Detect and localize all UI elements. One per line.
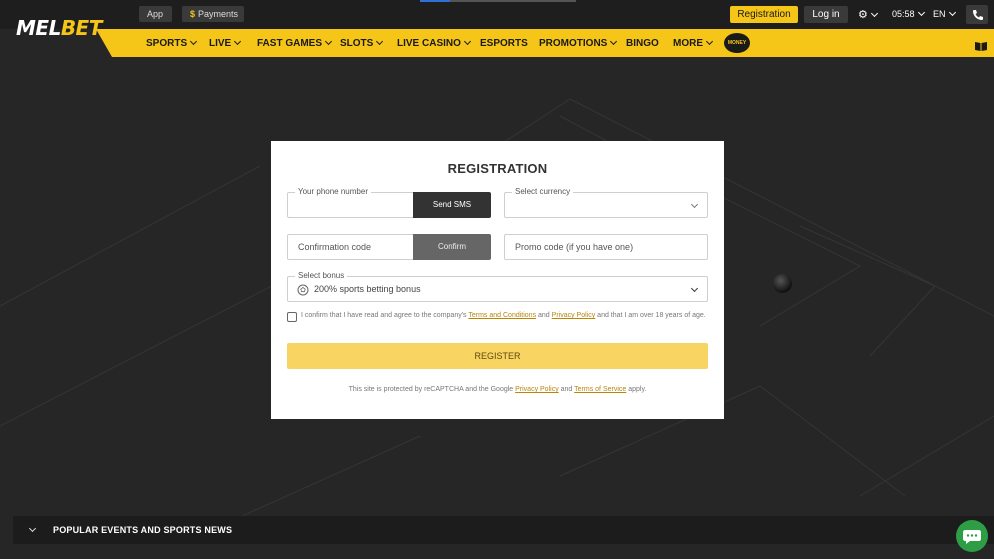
- chat-button[interactable]: [956, 520, 988, 552]
- bonus-value: 200% sports betting bonus: [314, 284, 421, 294]
- chat-icon: [963, 530, 981, 544]
- promo-code-field[interactable]: Promo code (if you have one): [504, 234, 708, 260]
- top-scroll-strip: [450, 0, 576, 2]
- payments-button[interactable]: $ Payments: [182, 6, 244, 22]
- terms-text: I confirm that I have read and agree to …: [301, 312, 706, 319]
- popular-events-bar[interactable]: POPULAR EVENTS AND SPORTS NEWS: [13, 516, 994, 544]
- book-icon[interactable]: [975, 38, 987, 56]
- chevron-down-icon: [917, 8, 925, 17]
- chevron-down-icon: [324, 37, 333, 46]
- bonus-legend: Select bonus: [295, 271, 348, 280]
- language-dropdown[interactable]: EN: [933, 8, 956, 19]
- promo-code-placeholder: Promo code (if you have one): [515, 242, 634, 252]
- terms-checkbox[interactable]: [287, 312, 297, 322]
- recaptcha-privacy-link[interactable]: Privacy Policy: [515, 386, 559, 393]
- confirmation-code-field[interactable]: Confirmation code: [287, 234, 414, 260]
- chevron-down-icon: [190, 37, 198, 46]
- clock-dropdown[interactable]: 05:58: [892, 8, 925, 19]
- nav-item-fast-games[interactable]: FAST GAMES: [257, 37, 333, 49]
- registration-button[interactable]: Registration: [730, 6, 798, 23]
- soccer-ball-icon: [297, 284, 309, 296]
- dollar-icon: $: [190, 9, 196, 19]
- nav-item-bingo[interactable]: BINGO: [626, 38, 659, 49]
- nav-item-esports[interactable]: ESPORTS: [480, 38, 528, 49]
- confirm-button[interactable]: Confirm: [413, 234, 491, 260]
- confirmation-code-placeholder: Confirmation code: [298, 242, 372, 252]
- nav-item-live-casino[interactable]: LIVE CASINO: [397, 37, 471, 49]
- chevron-down-icon: [705, 37, 714, 46]
- recaptcha-notice: This site is protected by reCAPTCHA and …: [348, 386, 647, 393]
- main-nav: SPORTS LIVE FAST GAMES SLOTS LIVE CASINO…: [96, 29, 994, 57]
- phone-button[interactable]: [966, 5, 988, 24]
- gear-icon: ⚙: [858, 9, 868, 21]
- phone-number-legend: Your phone number: [295, 187, 371, 196]
- currency-legend: Select currency: [512, 187, 574, 196]
- send-sms-button[interactable]: Send SMS: [413, 192, 491, 218]
- nav-item-live[interactable]: LIVE: [209, 37, 242, 49]
- melbet-logo[interactable]: MELBET: [16, 16, 102, 40]
- app-button[interactable]: App: [139, 6, 172, 22]
- nav-item-slots[interactable]: SLOTS: [340, 37, 384, 49]
- chevron-down-icon: [870, 9, 878, 18]
- chevron-down-icon: [28, 524, 37, 533]
- recaptcha-terms-link[interactable]: Terms of Service: [574, 386, 626, 393]
- privacy-link[interactable]: Privacy Policy: [552, 312, 596, 319]
- modal-title: REGISTRATION: [447, 161, 548, 176]
- chevron-down-icon: [376, 37, 384, 46]
- chevron-down-icon: [463, 37, 471, 46]
- chevron-down-icon: [690, 200, 699, 209]
- register-button[interactable]: REGISTER: [287, 343, 708, 369]
- nav-item-more[interactable]: MORE: [673, 37, 714, 49]
- chevron-down-icon: [610, 37, 618, 46]
- ball-decoration: [773, 274, 792, 293]
- currency-select[interactable]: Select currency: [504, 187, 708, 218]
- nav-item-promotions[interactable]: PROMOTIONS: [539, 37, 618, 49]
- app-label: App: [147, 9, 164, 19]
- popular-events-title: POPULAR EVENTS AND SPORTS NEWS: [53, 525, 233, 535]
- settings-dropdown[interactable]: ⚙: [858, 8, 878, 21]
- phone-number-field[interactable]: Your phone number: [287, 187, 414, 218]
- chevron-down-icon: [690, 284, 699, 293]
- payments-label: Payments: [198, 9, 239, 19]
- top-accent-strip: [420, 0, 450, 2]
- time-display: 05:58: [892, 9, 915, 19]
- login-button[interactable]: Log in: [804, 6, 848, 23]
- nav-item-sports[interactable]: SPORTS: [146, 37, 198, 49]
- terms-link[interactable]: Terms and Conditions: [468, 312, 536, 319]
- chevron-down-icon: [948, 8, 956, 17]
- money-logo[interactable]: MONEY: [724, 33, 750, 53]
- bonus-select[interactable]: Select bonus 200% sports betting bonus: [287, 271, 708, 302]
- chevron-down-icon: [234, 37, 242, 46]
- language-label: EN: [933, 9, 946, 19]
- phone-icon: [973, 10, 983, 20]
